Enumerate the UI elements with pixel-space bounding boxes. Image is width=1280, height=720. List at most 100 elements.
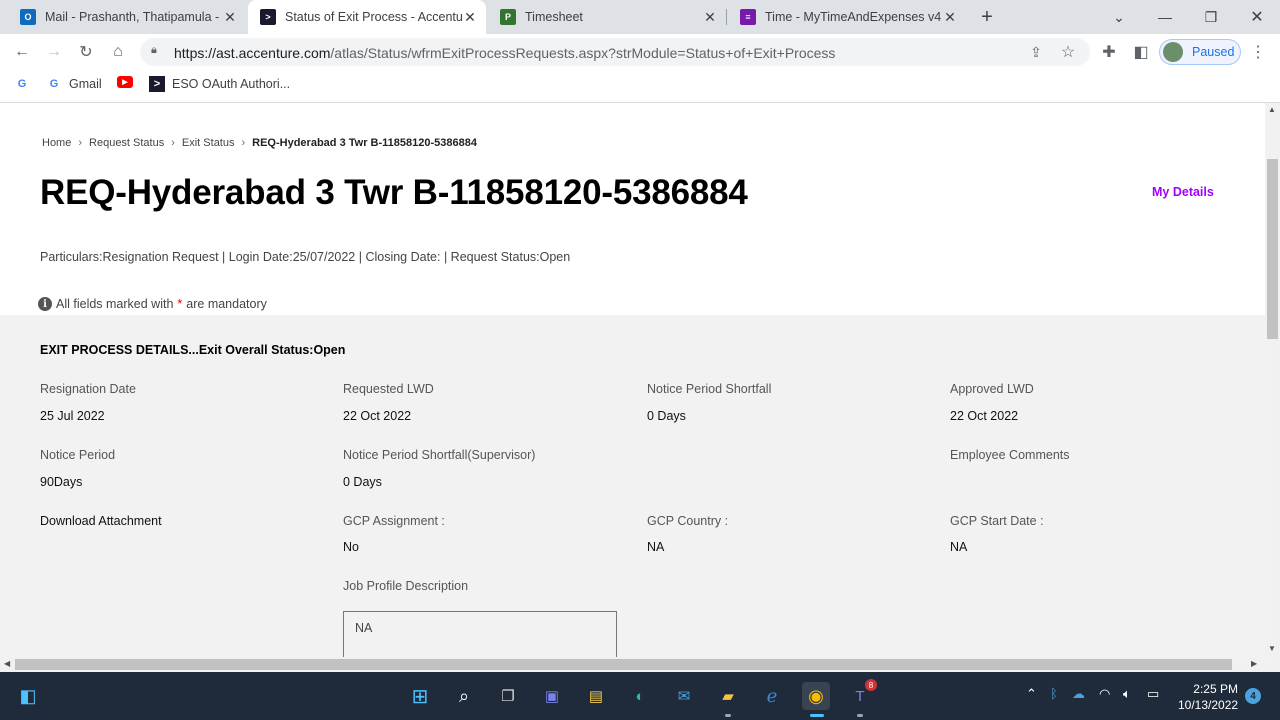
mte-icon: ≡ (740, 9, 756, 25)
teams-badge: 8 (865, 679, 877, 691)
gcp-start-date-value: NA (950, 540, 968, 554)
taskbar: ◧ ⊞ ⌕ ❐ ▣ ▤ ◐ ✉ ▰ ℯ ◉ T8 ⌃ ᛒ ☁ ◠ 🔈︎ ▭ 2:… (0, 672, 1280, 720)
scroll-down-icon[interactable]: ▼ (1268, 644, 1276, 653)
widgets-icon[interactable]: ◧ (14, 682, 42, 710)
gcp-assignment-label: GCP Assignment : (343, 514, 445, 528)
home-icon[interactable]: ⌂ (106, 40, 130, 64)
share-icon[interactable]: ⇪ (1024, 40, 1048, 64)
show-hidden-icons[interactable]: ⌃ (1026, 686, 1037, 702)
volume-icon[interactable]: 🔈︎ (1123, 686, 1131, 702)
address-bar[interactable]: 🔒︎ https://ast.accenture.com/atlas/Statu… (140, 38, 1090, 66)
bookmark-google[interactable]: G (14, 76, 37, 92)
mail-icon[interactable]: ✉ (670, 682, 698, 710)
chat-icon[interactable]: ▣ (538, 682, 566, 710)
chevron-right-icon: › (78, 137, 83, 149)
bookmark-label: Gmail (69, 77, 102, 91)
url-host: https://ast.accenture.com (174, 45, 331, 61)
tab-exit-status[interactable]: > Status of Exit Process - Accenture ✕ (248, 0, 486, 34)
onedrive-icon[interactable]: ☁ (1072, 686, 1085, 702)
chrome-icon[interactable]: ◉ (802, 682, 830, 710)
bookmark-youtube[interactable]: ▶ (117, 76, 140, 88)
scrollbar-thumb[interactable] (15, 659, 1232, 670)
clock[interactable]: 2:25 PM 10/13/2022 (1178, 681, 1238, 713)
tab-mte[interactable]: ≡ Time - MyTimeAndExpenses v4.3 ✕ (728, 0, 966, 34)
gcp-country-value: NA (647, 540, 665, 554)
breadcrumb-request-status[interactable]: Request Status (89, 137, 164, 149)
scroll-right-icon[interactable]: ▶ (1251, 659, 1257, 668)
job-profile-textarea[interactable]: NA (343, 611, 617, 657)
wifi-icon[interactable]: ◠ (1099, 686, 1110, 702)
bluetooth-icon[interactable]: ᛒ (1050, 686, 1058, 701)
forward-icon[interactable]: → (42, 40, 66, 64)
internet-explorer-icon[interactable]: ℯ (758, 682, 786, 710)
bookmark-label: ESO OAuth Authori... (172, 77, 291, 91)
scrollbar-thumb[interactable] (1267, 159, 1278, 339)
task-view-icon[interactable]: ❐ (494, 682, 522, 710)
exit-process-details: EXIT PROCESS DETAILS...Exit Overall Stat… (0, 315, 1265, 657)
my-details-link[interactable]: My Details (1152, 185, 1214, 199)
chevron-right-icon: › (241, 137, 246, 149)
running-indicator (857, 714, 863, 717)
tab-outlook[interactable]: O Mail - Prashanth, Thatipamula - Outloo… (8, 0, 246, 34)
start-icon[interactable]: ⊞ (406, 682, 434, 710)
file-explorer-icon[interactable]: ▰ (714, 682, 742, 710)
google-icon: G (49, 78, 59, 90)
download-attachment-link[interactable]: Download Attachment (40, 514, 162, 528)
bookmark-eso[interactable]: > ESO OAuth Authori... (149, 76, 290, 92)
search-icon[interactable]: ⌕ (450, 682, 478, 710)
vertical-scrollbar[interactable]: ▲ ▼ (1265, 103, 1280, 657)
horizontal-scrollbar[interactable]: ◀ ▶ (0, 657, 1265, 672)
side-panel-icon[interactable]: ◧ (1129, 40, 1153, 64)
new-tab-button[interactable]: + (975, 5, 999, 29)
back-icon[interactable]: ← (10, 40, 34, 64)
lock-icon[interactable]: 🔒︎ (151, 44, 157, 57)
reload-icon[interactable]: ↻ (74, 40, 98, 64)
tab-search-icon[interactable]: ⌄ (1096, 0, 1142, 34)
tab-title: Timesheet (525, 10, 583, 24)
breadcrumb-current: REQ-Hyderabad 3 Twr B-11858120-5386884 (252, 137, 477, 149)
store-icon[interactable]: ▤ (582, 682, 610, 710)
tab-timesheet[interactable]: P Timesheet ✕ (488, 0, 726, 34)
url-text[interactable]: https://ast.accenture.com/atlas/Status/w… (174, 45, 835, 61)
bookmarks-bar: G G Gmail ▶ > ESO OAuth Authori... (0, 70, 1280, 98)
google-icon: G (17, 78, 27, 90)
breadcrumb-exit-status[interactable]: Exit Status (182, 137, 235, 149)
requested-lwd-value: 22 Oct 2022 (343, 409, 412, 423)
job-profile-label: Job Profile Description (343, 579, 469, 593)
close-icon[interactable]: ✕ (702, 9, 718, 25)
battery-icon[interactable]: ▭ (1147, 686, 1159, 702)
mandatory-suffix: are mandatory (186, 297, 267, 311)
mandatory-prefix: All fields marked with (56, 297, 174, 311)
minimize-icon[interactable]: — (1142, 0, 1188, 34)
breadcrumb-home[interactable]: Home (42, 137, 71, 149)
scroll-up-icon[interactable]: ▲ (1268, 105, 1276, 114)
extensions-icon[interactable]: ✚ (1097, 40, 1121, 64)
close-icon[interactable]: ✕ (942, 9, 958, 25)
info-icon: i (38, 297, 52, 311)
scroll-left-icon[interactable]: ◀ (4, 659, 10, 668)
bookmark-star-icon[interactable]: ☆ (1056, 40, 1080, 64)
chevron-right-icon: › (171, 137, 175, 149)
gcp-assignment-value: No (343, 540, 359, 554)
teams-icon[interactable]: T8 (846, 679, 877, 710)
menu-icon[interactable]: ⋮ (1246, 40, 1270, 64)
url-path: /atlas/Status/wfrmExitProcessRequests.as… (330, 45, 836, 61)
bookmark-gmail[interactable]: G Gmail (46, 76, 102, 92)
tab-title: Status of Exit Process - Accenture (285, 10, 462, 24)
window-close-icon[interactable]: ✕ (1234, 0, 1280, 34)
notice-shortfall-value: 0 Days (647, 409, 686, 423)
active-indicator (810, 714, 824, 717)
profile-button[interactable]: Paused (1159, 39, 1241, 65)
requested-lwd-label: Requested LWD (343, 382, 434, 396)
close-icon[interactable]: ✕ (462, 9, 478, 25)
close-icon[interactable]: ✕ (222, 9, 238, 25)
restore-icon[interactable]: ❐ (1188, 0, 1234, 34)
notification-count[interactable]: 4 (1245, 688, 1261, 704)
page-content: Home › Request Status › Exit Status › RE… (0, 103, 1265, 657)
edge-icon[interactable]: ◐ (626, 682, 654, 710)
supervisor-shortfall-label: Notice Period Shortfall(Supervisor) (343, 448, 536, 462)
gcp-country-label: GCP Country : (647, 514, 729, 528)
approved-lwd-label: Approved LWD (950, 382, 1034, 396)
project-icon: P (500, 9, 516, 25)
required-star: * (177, 297, 183, 311)
